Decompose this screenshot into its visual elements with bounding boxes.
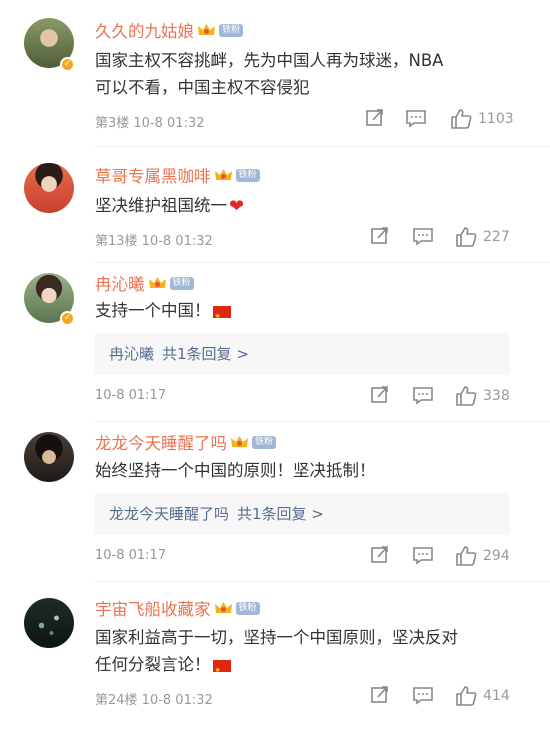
username[interactable]: 冉沁曦 (95, 271, 145, 295)
comment-icon[interactable] (412, 545, 434, 569)
verified-icon: ✓ (60, 57, 75, 72)
china-flag-emoji (212, 303, 231, 330)
comment-icon[interactable] (412, 385, 434, 409)
comment-text: 国家利益高于一切，坚持一个中国原则，坚决反对 任何分裂言论！ (95, 624, 525, 684)
like-count: 338 (483, 388, 510, 404)
verified-icon: ✓ (60, 311, 75, 326)
crown-icon (214, 167, 233, 183)
red-heart-emoji: ❤ (229, 196, 245, 217)
reply-preview[interactable]: 龙龙今天睡醒了吗 共1条回复 > (95, 493, 510, 535)
comment-feed: ✓ 久久的九姑娘 铁粉 国家主权不容挑衅，先为中国人再为球迷，NBA 可以不看，… (0, 0, 550, 737)
action-bar: 294 (365, 545, 525, 569)
username[interactable]: 久久的九姑娘 (95, 18, 194, 42)
comment-icon[interactable] (412, 226, 434, 250)
divider (95, 581, 550, 582)
like-icon[interactable] (455, 226, 477, 250)
divider (95, 146, 550, 147)
action-bar: 1103 (365, 108, 525, 132)
reply-count-link[interactable]: 共1条回复 > (162, 345, 249, 363)
fan-badge: 铁粉 (235, 601, 260, 615)
comment-icon[interactable] (412, 685, 434, 709)
reply-username[interactable]: 冉沁曦 (109, 345, 154, 363)
comment-text: 国家主权不容挑衅，先为中国人再为球迷，NBA 可以不看，中国主权不容侵犯 (95, 51, 444, 97)
action-bar: 414 (365, 685, 525, 709)
comment-text: 支持一个中国！ (95, 297, 525, 330)
crown-icon (148, 275, 167, 291)
action-bar: 227 (365, 226, 525, 250)
action-bar: 338 (365, 385, 525, 409)
comment-meta: 第13楼 10-8 01:32 (95, 234, 213, 249)
comment-meta: 第24楼 10-8 01:32 (95, 693, 213, 708)
like-count: 294 (483, 548, 510, 564)
fan-badge: 铁粉 (169, 276, 194, 290)
share-icon[interactable] (370, 685, 390, 709)
username[interactable]: 草哥专属黑咖啡 (95, 163, 211, 187)
fan-badge: 铁粉 (219, 23, 244, 37)
like-icon[interactable] (455, 545, 477, 569)
like-icon[interactable] (455, 685, 477, 709)
fan-badge: 铁粉 (252, 435, 277, 449)
comment-text: 坚决维护祖国统一 ❤ (95, 192, 525, 220)
comment-icon[interactable] (405, 108, 427, 132)
username[interactable]: 龙龙今天睡醒了吗 (95, 430, 227, 454)
fan-badge: 铁粉 (235, 168, 260, 182)
like-icon[interactable] (450, 108, 472, 132)
avatar[interactable] (24, 432, 74, 482)
username[interactable]: 宇宙飞船收藏家 (95, 596, 211, 620)
comment-text: 始终坚持一个中国的原则！坚决抵制！ (95, 461, 376, 480)
comment-meta: 10-8 01:17 (95, 548, 167, 563)
crown-icon (214, 600, 233, 616)
crown-icon (230, 434, 249, 450)
share-icon[interactable] (370, 226, 390, 250)
like-count: 1103 (478, 111, 514, 127)
crown-icon (197, 22, 216, 38)
reply-preview[interactable]: 冉沁曦 共1条回复 > (95, 333, 510, 375)
avatar[interactable] (24, 598, 74, 648)
share-icon[interactable] (365, 108, 385, 132)
share-icon[interactable] (370, 545, 390, 569)
china-flag-emoji (212, 657, 231, 684)
like-count: 414 (483, 688, 510, 704)
comment-meta: 10-8 01:17 (95, 388, 167, 403)
share-icon[interactable] (370, 385, 390, 409)
divider (95, 262, 550, 263)
avatar[interactable] (24, 163, 74, 213)
comment-meta: 第3楼 10-8 01:32 (95, 116, 205, 131)
reply-username[interactable]: 龙龙今天睡醒了吗 (109, 505, 229, 523)
like-icon[interactable] (455, 385, 477, 409)
divider (95, 421, 550, 422)
like-count: 227 (483, 229, 510, 245)
reply-count-link[interactable]: 共1条回复 > (237, 505, 324, 523)
